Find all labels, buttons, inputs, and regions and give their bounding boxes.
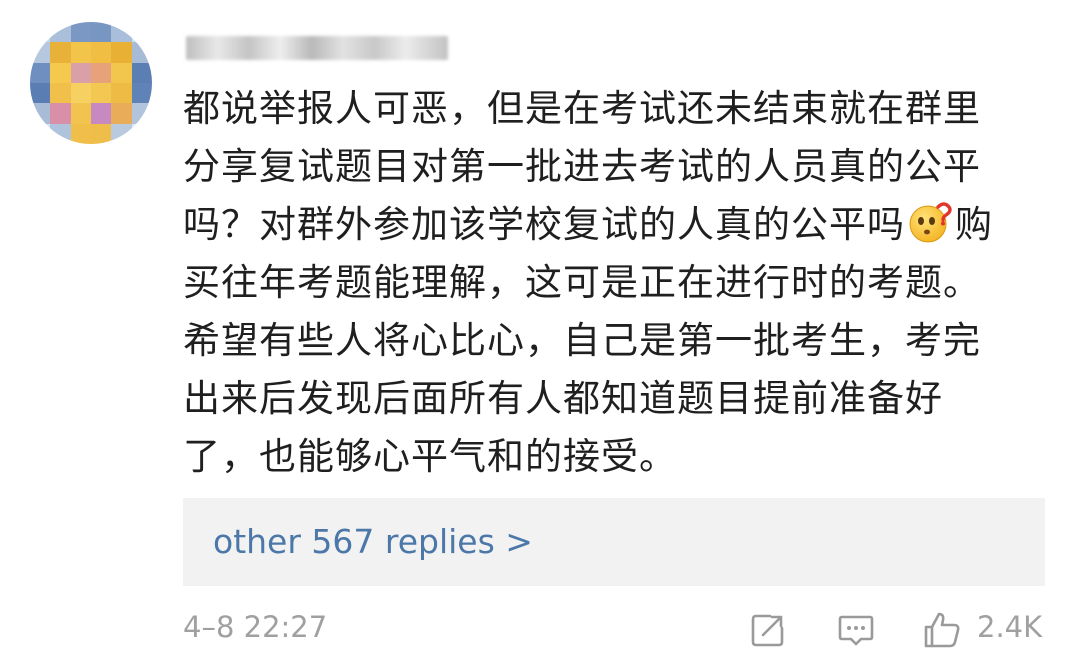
username-blur <box>186 36 448 60</box>
comment-line: 了，也能够心平气和的接受。 <box>183 435 677 478</box>
avatar[interactable] <box>30 22 152 144</box>
like-count: 2.4K <box>977 610 1043 644</box>
comment-icon[interactable] <box>836 610 876 650</box>
comment-line: 希望有些人将心比心，自己是第一批考生，考完 <box>183 319 981 362</box>
thumbs-up-icon[interactable] <box>922 610 962 650</box>
replies-panel[interactable]: other 567 replies > <box>183 498 1045 586</box>
comment-line: 出来后发现后面所有人都知道题目提前准备好 <box>183 377 943 420</box>
comment-line-with-emoji: 吗？对群外参加该学校复试的人真的公平吗 购 <box>183 196 1053 254</box>
timestamp: 4–8 22:27 <box>183 610 328 644</box>
comment-line: 买往年考题能理解，这可是正在进行时的考题。 <box>183 261 981 304</box>
comment-footer: 4–8 22:27 2.4K <box>0 600 1080 660</box>
share-icon[interactable] <box>748 610 788 650</box>
comment-line-text: 吗？对群外参加该学校复试的人真的公平吗 <box>183 203 905 246</box>
comment-text: 都说举报人可恶，但是在考试还未结束就在群里 分享复试题目对第一批进去考试的人员真… <box>183 80 1053 486</box>
comment-line: 都说举报人可恶，但是在考试还未结束就在群里 <box>183 87 981 130</box>
thinking-question-face-icon <box>909 202 952 243</box>
more-replies-link[interactable]: other 567 replies > <box>213 498 533 586</box>
comment-line-tail: 购 <box>955 203 993 246</box>
username-obscured[interactable] <box>186 24 448 72</box>
comment-line: 分享复试题目对第一批进去考试的人员真的公平 <box>183 145 981 188</box>
